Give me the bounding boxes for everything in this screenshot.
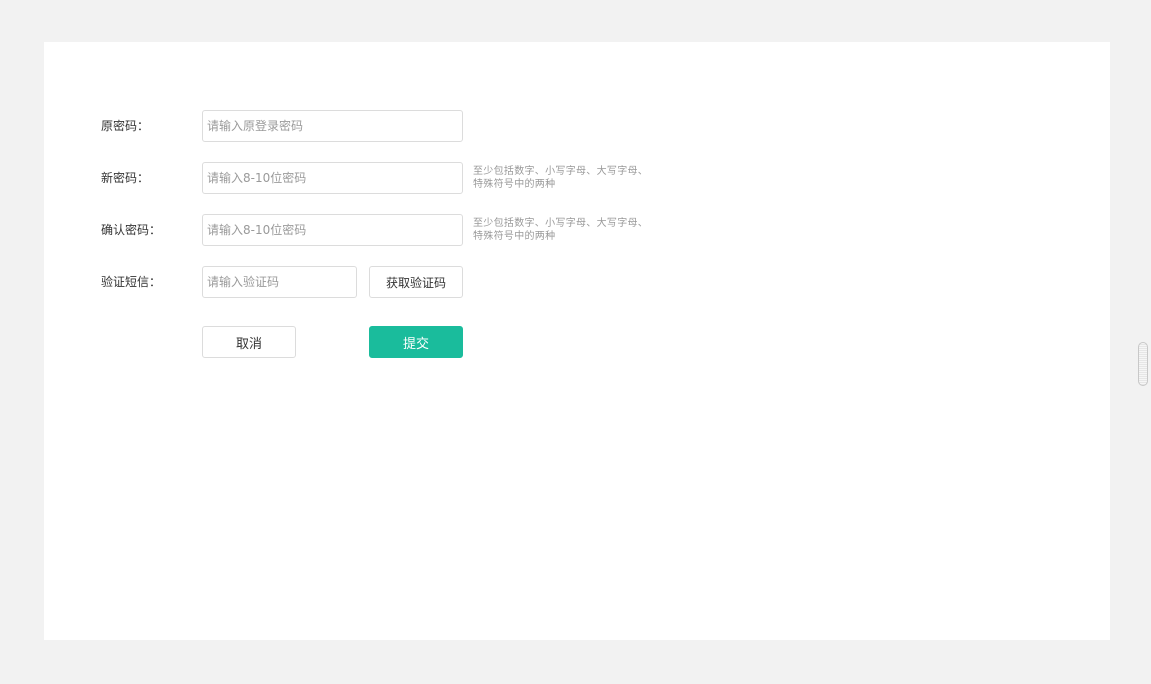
submit-button[interactable]: 提交 [369, 326, 463, 358]
new-password-label: 新密码： [101, 171, 150, 185]
old-password-label: 原密码： [101, 119, 150, 133]
change-password-panel: 原密码： 新密码： 至少包括数字、小写字母、大写字母、特殊符号中的两种 确认密码… [44, 42, 1110, 640]
confirm-password-input[interactable] [202, 214, 463, 246]
cancel-button[interactable]: 取消 [202, 326, 296, 358]
confirm-password-hint: 至少包括数字、小写字母、大写字母、特殊符号中的两种 [473, 218, 649, 242]
sms-code-label: 验证短信： [101, 275, 162, 289]
sms-code-input[interactable] [202, 266, 357, 298]
scrollbar-thumb[interactable] [1138, 342, 1148, 386]
get-sms-code-button[interactable]: 获取验证码 [369, 266, 463, 298]
confirm-password-label: 确认密码： [101, 223, 162, 237]
new-password-input[interactable] [202, 162, 463, 194]
old-password-input[interactable] [202, 110, 463, 142]
new-password-hint: 至少包括数字、小写字母、大写字母、特殊符号中的两种 [473, 166, 649, 190]
